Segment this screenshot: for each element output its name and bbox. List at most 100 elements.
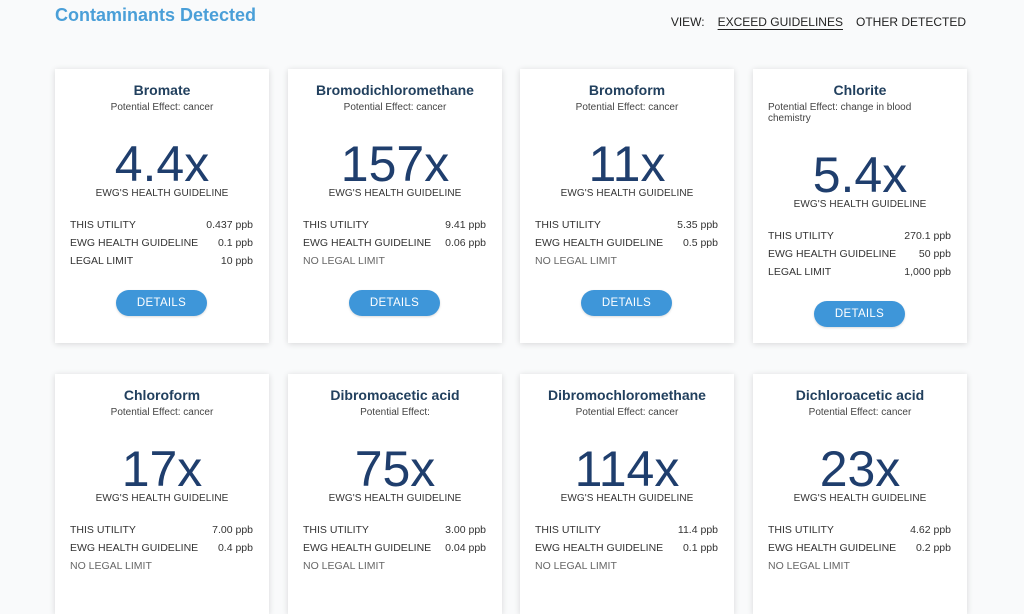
contaminant-name: Bromodichloromethane bbox=[316, 82, 474, 98]
this-utility-label: THIS UTILITY bbox=[535, 524, 601, 536]
ewg-guideline-label: EWG HEALTH GUIDELINE bbox=[303, 237, 432, 249]
this-utility-label: THIS UTILITY bbox=[768, 230, 834, 242]
potential-effect: Potential Effect: change in blood chemis… bbox=[768, 102, 912, 124]
details-button[interactable]: DETAILS bbox=[581, 290, 672, 316]
this-utility-label: THIS UTILITY bbox=[768, 524, 834, 536]
guideline-multiplier: 4.4x bbox=[114, 136, 210, 192]
ewg-guideline-label: EWG HEALTH GUIDELINE bbox=[535, 542, 664, 554]
legal-limit-value: 10 ppb bbox=[220, 255, 253, 267]
legal-limit-value: 1,000 ppb bbox=[904, 266, 951, 278]
no-legal-limit-row: NO LEGAL LIMIT bbox=[535, 560, 718, 572]
ewg-guideline-row: EWG HEALTH GUIDELINE 0.1 ppb bbox=[70, 237, 253, 249]
contaminant-name: Chloroform bbox=[123, 387, 201, 403]
this-utility-row: THIS UTILITY 5.35 ppb bbox=[535, 219, 718, 231]
this-utility-label: THIS UTILITY bbox=[303, 524, 369, 536]
ewg-guideline-row: EWG HEALTH GUIDELINE 0.06 ppb bbox=[303, 237, 486, 249]
potential-effect: Potential Effect: cancer bbox=[575, 407, 679, 418]
view-other-detected-link[interactable]: OTHER DETECTED bbox=[856, 15, 966, 29]
legal-limit-row: LEGAL LIMIT 1,000 ppb bbox=[768, 266, 951, 278]
this-utility-value: 3.00 ppb bbox=[445, 524, 486, 536]
ewg-guideline-value: 0.04 ppb bbox=[445, 542, 486, 554]
ewg-guideline-row: EWG HEALTH GUIDELINE 0.04 ppb bbox=[303, 542, 486, 554]
contaminant-name: Dibromoacetic acid bbox=[330, 387, 460, 403]
this-utility-value: 0.437 ppb bbox=[206, 219, 253, 231]
view-label: VIEW: bbox=[670, 15, 705, 29]
potential-effect: Potential Effect: cancer bbox=[110, 407, 214, 418]
guideline-multiplier: 5.4x bbox=[812, 147, 908, 203]
no-legal-limit-row: NO LEGAL LIMIT bbox=[535, 255, 718, 267]
this-utility-row: THIS UTILITY 270.1 ppb bbox=[768, 230, 951, 242]
ewg-guideline-value: 0.1 ppb bbox=[682, 542, 718, 554]
this-utility-value: 9.41 ppb bbox=[445, 219, 486, 231]
guideline-multiplier: 157x bbox=[340, 136, 450, 192]
ewg-guideline-row: EWG HEALTH GUIDELINE 0.1 ppb bbox=[535, 542, 718, 554]
view-exceed-guidelines-link[interactable]: EXCEED GUIDELINES bbox=[718, 15, 843, 29]
contaminant-card: Bromodichloromethane Potential Effect: ca… bbox=[288, 69, 502, 343]
potential-effect: Potential Effect: bbox=[360, 407, 430, 418]
contaminant-card: Chloroform Potential Effect: cancer 17x EWG… bbox=[55, 374, 269, 614]
this-utility-value: 11.4 ppb bbox=[677, 524, 718, 536]
no-legal-limit-label: NO LEGAL LIMIT bbox=[303, 255, 385, 267]
guideline-multiplier-label: EWG'S HEALTH GUIDELINE bbox=[560, 493, 694, 504]
ewg-guideline-row: EWG HEALTH GUIDELINE 50 ppb bbox=[768, 248, 951, 260]
guideline-multiplier-label: EWG'S HEALTH GUIDELINE bbox=[95, 493, 229, 504]
no-legal-limit-label: NO LEGAL LIMIT bbox=[303, 560, 385, 572]
no-legal-limit-label: NO LEGAL LIMIT bbox=[768, 560, 850, 572]
potential-effect: Potential Effect: cancer bbox=[808, 407, 912, 418]
contaminant-card: Dibromochloromethane Potential Effect: ca… bbox=[520, 374, 734, 614]
contaminant-card: Bromate Potential Effect: cancer 4.4x EWG'S… bbox=[55, 69, 269, 343]
no-legal-limit-row: NO LEGAL LIMIT bbox=[768, 560, 951, 572]
this-utility-value: 4.62 ppb bbox=[910, 524, 951, 536]
ewg-guideline-value: 0.2 ppb bbox=[915, 542, 951, 554]
this-utility-row: THIS UTILITY 0.437 ppb bbox=[70, 219, 253, 231]
this-utility-value: 7.00 ppb bbox=[212, 524, 253, 536]
this-utility-label: THIS UTILITY bbox=[303, 219, 369, 231]
no-legal-limit-row: NO LEGAL LIMIT bbox=[303, 560, 486, 572]
potential-effect: Potential Effect: cancer bbox=[575, 102, 679, 113]
guideline-multiplier: 75x bbox=[354, 441, 436, 497]
details-button[interactable]: DETAILS bbox=[814, 301, 905, 327]
contaminant-name: Chlorite bbox=[833, 82, 887, 98]
this-utility-row: THIS UTILITY 3.00 ppb bbox=[303, 524, 486, 536]
legal-limit-row: LEGAL LIMIT 10 ppb bbox=[70, 255, 253, 267]
guideline-multiplier-label: EWG'S HEALTH GUIDELINE bbox=[793, 199, 927, 210]
this-utility-row: THIS UTILITY 11.4 ppb bbox=[535, 524, 718, 536]
this-utility-label: THIS UTILITY bbox=[70, 219, 136, 231]
ewg-guideline-row: EWG HEALTH GUIDELINE 0.2 ppb bbox=[768, 542, 951, 554]
ewg-guideline-label: EWG HEALTH GUIDELINE bbox=[768, 542, 897, 554]
ewg-guideline-label: EWG HEALTH GUIDELINE bbox=[303, 542, 432, 554]
ewg-guideline-label: EWG HEALTH GUIDELINE bbox=[70, 237, 199, 249]
no-legal-limit-label: NO LEGAL LIMIT bbox=[535, 255, 617, 267]
legal-limit-label: LEGAL LIMIT bbox=[768, 266, 832, 278]
page-title: Contaminants Detected bbox=[55, 5, 257, 25]
details-button[interactable]: DETAILS bbox=[116, 290, 207, 316]
ewg-guideline-value: 50 ppb bbox=[918, 248, 951, 260]
guideline-multiplier-label: EWG'S HEALTH GUIDELINE bbox=[328, 493, 462, 504]
ewg-guideline-row: EWG HEALTH GUIDELINE 0.5 ppb bbox=[535, 237, 718, 249]
no-legal-limit-row: NO LEGAL LIMIT bbox=[70, 560, 253, 572]
ewg-guideline-value: 0.1 ppb bbox=[217, 237, 253, 249]
details-button[interactable]: DETAILS bbox=[349, 290, 440, 316]
ewg-guideline-label: EWG HEALTH GUIDELINE bbox=[768, 248, 897, 260]
this-utility-row: THIS UTILITY 4.62 ppb bbox=[768, 524, 951, 536]
guideline-multiplier-label: EWG'S HEALTH GUIDELINE bbox=[560, 188, 694, 199]
this-utility-value: 270.1 ppb bbox=[904, 230, 951, 242]
this-utility-value: 5.35 ppb bbox=[677, 219, 718, 231]
contaminant-card: Dichloroacetic acid Potential Effect: can… bbox=[753, 374, 967, 614]
contaminant-card: Dibromoacetic acid Potential Effect: 75x EW… bbox=[288, 374, 502, 614]
ewg-guideline-value: 0.4 ppb bbox=[217, 542, 253, 554]
ewg-guideline-value: 0.06 ppb bbox=[445, 237, 486, 249]
potential-effect: Potential Effect: cancer bbox=[343, 102, 447, 113]
this-utility-row: THIS UTILITY 9.41 ppb bbox=[303, 219, 486, 231]
contaminant-card: Bromoform Potential Effect: cancer 11x EWG'… bbox=[520, 69, 734, 343]
guideline-multiplier-label: EWG'S HEALTH GUIDELINE bbox=[95, 188, 229, 199]
guideline-multiplier-label: EWG'S HEALTH GUIDELINE bbox=[793, 493, 927, 504]
ewg-guideline-value: 0.5 ppb bbox=[682, 237, 718, 249]
guideline-multiplier: 23x bbox=[819, 441, 901, 497]
ewg-guideline-row: EWG HEALTH GUIDELINE 0.4 ppb bbox=[70, 542, 253, 554]
contaminant-card: Chlorite Potential Effect: change in bloo… bbox=[753, 69, 967, 343]
this-utility-label: THIS UTILITY bbox=[535, 219, 601, 231]
contaminant-name: Bromate bbox=[133, 82, 191, 98]
this-utility-row: THIS UTILITY 7.00 ppb bbox=[70, 524, 253, 536]
ewg-guideline-label: EWG HEALTH GUIDELINE bbox=[535, 237, 664, 249]
